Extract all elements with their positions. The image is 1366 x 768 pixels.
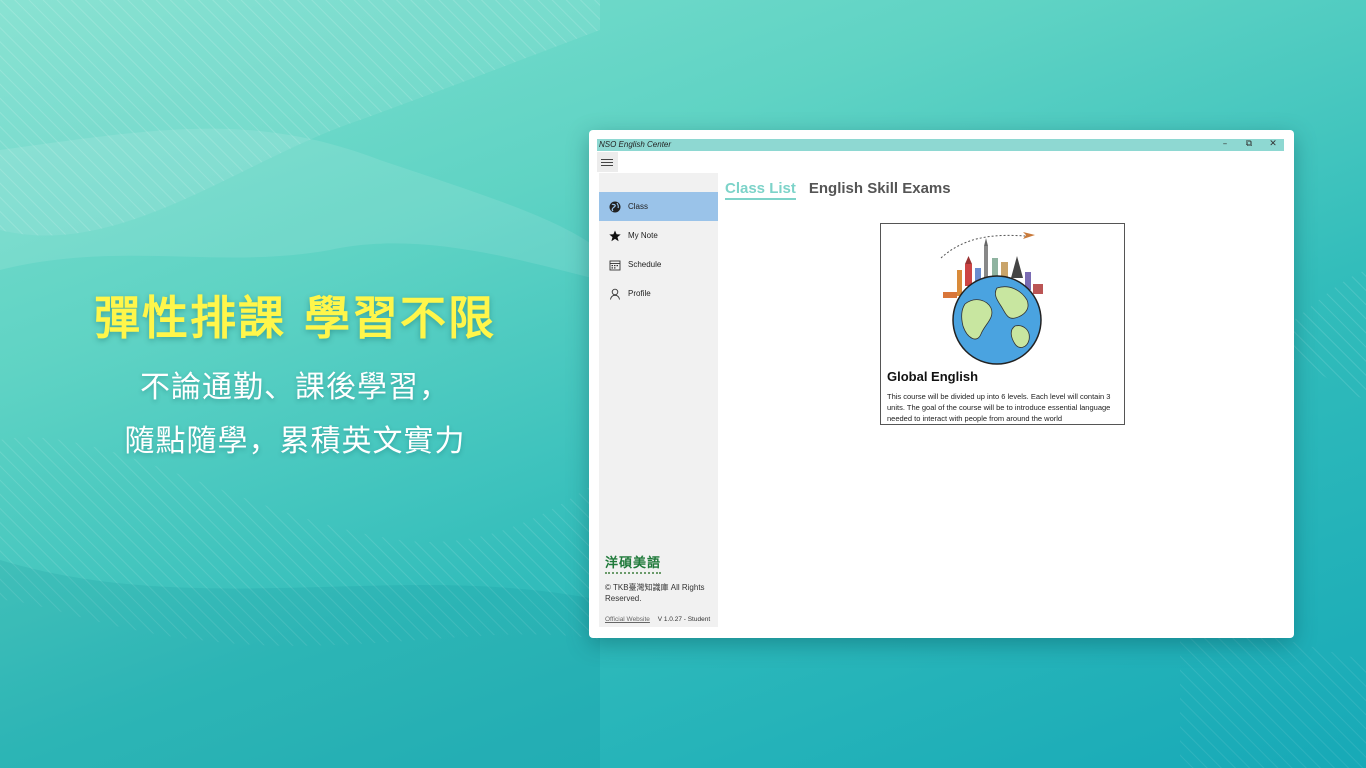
sidebar-item-label: Profile [628,289,651,298]
course-card[interactable]: Global English This course will be divid… [880,223,1125,425]
star-icon [608,229,622,243]
official-website-link[interactable]: Official Website [605,616,650,623]
course-description: This course will be divided up into 6 le… [887,392,1111,423]
sidebar-item-class[interactable]: Class [599,192,718,221]
promo-text-block: 彈性排課 學習不限 不論通勤、課後學習， 隨點隨學，累積英文實力 [0,282,590,460]
minimize-button[interactable]: – [1214,139,1236,151]
promo-title: 彈性排課 學習不限 [93,291,496,345]
promo-line-1: 不論通勤、課後學習， [140,370,450,405]
title-bar[interactable]: NSO English Center – ⧉ ✕ [597,139,1284,151]
calendar-icon [608,258,622,272]
globe-icon [608,200,622,214]
hamburger-icon-line [601,165,613,166]
person-icon [608,287,622,301]
sidebar-item-label: Schedule [628,260,662,269]
sidebar-item-profile[interactable]: Profile [599,279,718,308]
tab-english-skill-exams[interactable]: English Skill Exams [809,180,951,200]
globe-landmarks-illustration [940,232,1043,365]
close-button[interactable]: ✕ [1262,139,1284,151]
sidebar-item-schedule[interactable]: Schedule [599,250,718,279]
hamburger-icon-line [601,162,613,163]
brand-tagline-decoration [605,572,661,575]
tab-class-list[interactable]: Class List [725,180,796,200]
sidebar-item-label: My Note [628,231,658,240]
sidebar: Class My Note Schedule Profile 洋碩美語 © TK… [599,173,718,627]
promo-line-2: 隨點隨學，累積英文實力 [124,424,466,459]
sidebar-item-my-note[interactable]: My Note [599,221,718,250]
app-window: NSO English Center – ⧉ ✕ Class My Note S… [589,130,1294,638]
version-text: V 1.0.27 - Student [657,616,711,623]
window-title: NSO English Center [599,140,672,149]
hamburger-icon-line [601,159,613,160]
sidebar-item-label: Class [628,202,649,211]
sidebar-footer: Official Website V 1.0.27 - Student [605,616,710,623]
brand-logo: 洋碩美語 [605,552,661,575]
restore-button[interactable]: ⧉ [1238,139,1260,151]
brand-name: 洋碩美語 [605,556,662,571]
hamburger-menu-button[interactable] [597,152,618,172]
tab-bar: Class List English Skill Exams [725,180,951,200]
course-title: Global English [887,369,979,384]
copyright-text: © TKB臺灣知識庫 All Rights Reserved. [605,583,705,603]
